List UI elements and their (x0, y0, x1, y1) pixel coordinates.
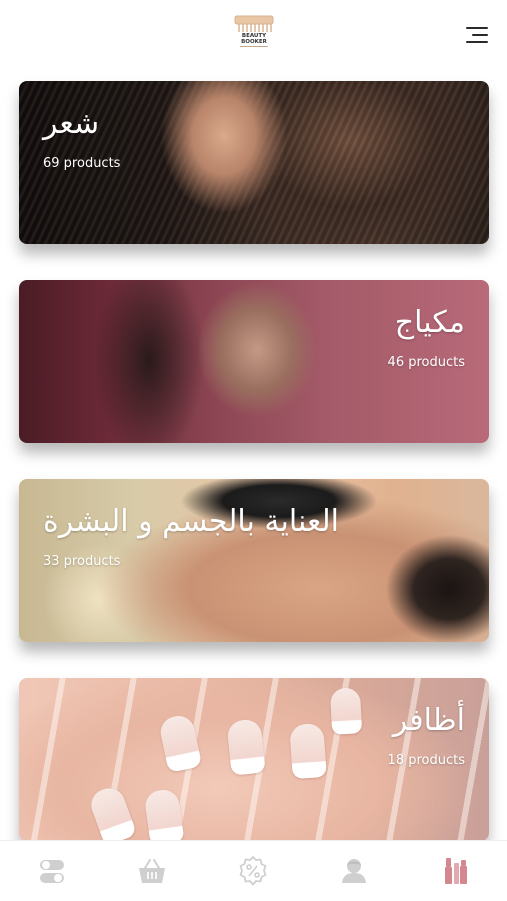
menu-icon-line-top (466, 27, 488, 29)
cosmetics-icon (445, 858, 467, 884)
tab-profile[interactable] (337, 855, 371, 887)
category-title: شعر (43, 106, 100, 141)
nail-shape (157, 713, 203, 773)
basket-icon (139, 859, 165, 883)
tab-shop[interactable] (135, 855, 169, 887)
logo-underline (240, 46, 268, 47)
category-card-makeup[interactable]: مكياج 46 products (19, 280, 489, 443)
comb-icon (234, 15, 274, 32)
nail-shape (143, 787, 185, 841)
category-product-count: 46 products (387, 355, 465, 370)
nail-shape (329, 687, 363, 735)
category-product-count: 18 products (387, 753, 465, 768)
menu-icon-line-bottom (466, 41, 488, 43)
nail-shape (289, 722, 327, 780)
tab-toggle[interactable] (36, 855, 70, 887)
nail-shape (226, 718, 266, 776)
menu-icon-line-middle (472, 34, 488, 36)
category-card-hair[interactable]: شعر 69 products (19, 81, 489, 244)
category-card-nails[interactable]: أظافر 18 products (19, 678, 489, 841)
category-product-count: 33 products (43, 554, 121, 569)
tab-categories[interactable] (438, 855, 472, 887)
category-product-count: 69 products (43, 156, 121, 171)
nail-shape (86, 783, 138, 841)
logo-text-booker: BOOKER (241, 39, 267, 45)
app-header: BEAUTY BOOKER (0, 0, 507, 66)
bottom-tab-bar (0, 840, 507, 901)
beauty-booker-logo: BEAUTY BOOKER (232, 14, 276, 50)
category-title: مكياج (394, 305, 465, 340)
toggle-icon (40, 860, 64, 883)
category-title: أظافر (392, 703, 465, 738)
category-card-body-skin-care[interactable]: العناية بالجسم و البشرة 33 products (19, 479, 489, 642)
profile-icon (342, 859, 366, 883)
tab-offers[interactable] (236, 855, 270, 887)
menu-button[interactable] (462, 24, 488, 46)
category-title: العناية بالجسم و البشرة (43, 504, 339, 539)
discount-icon (239, 856, 267, 886)
